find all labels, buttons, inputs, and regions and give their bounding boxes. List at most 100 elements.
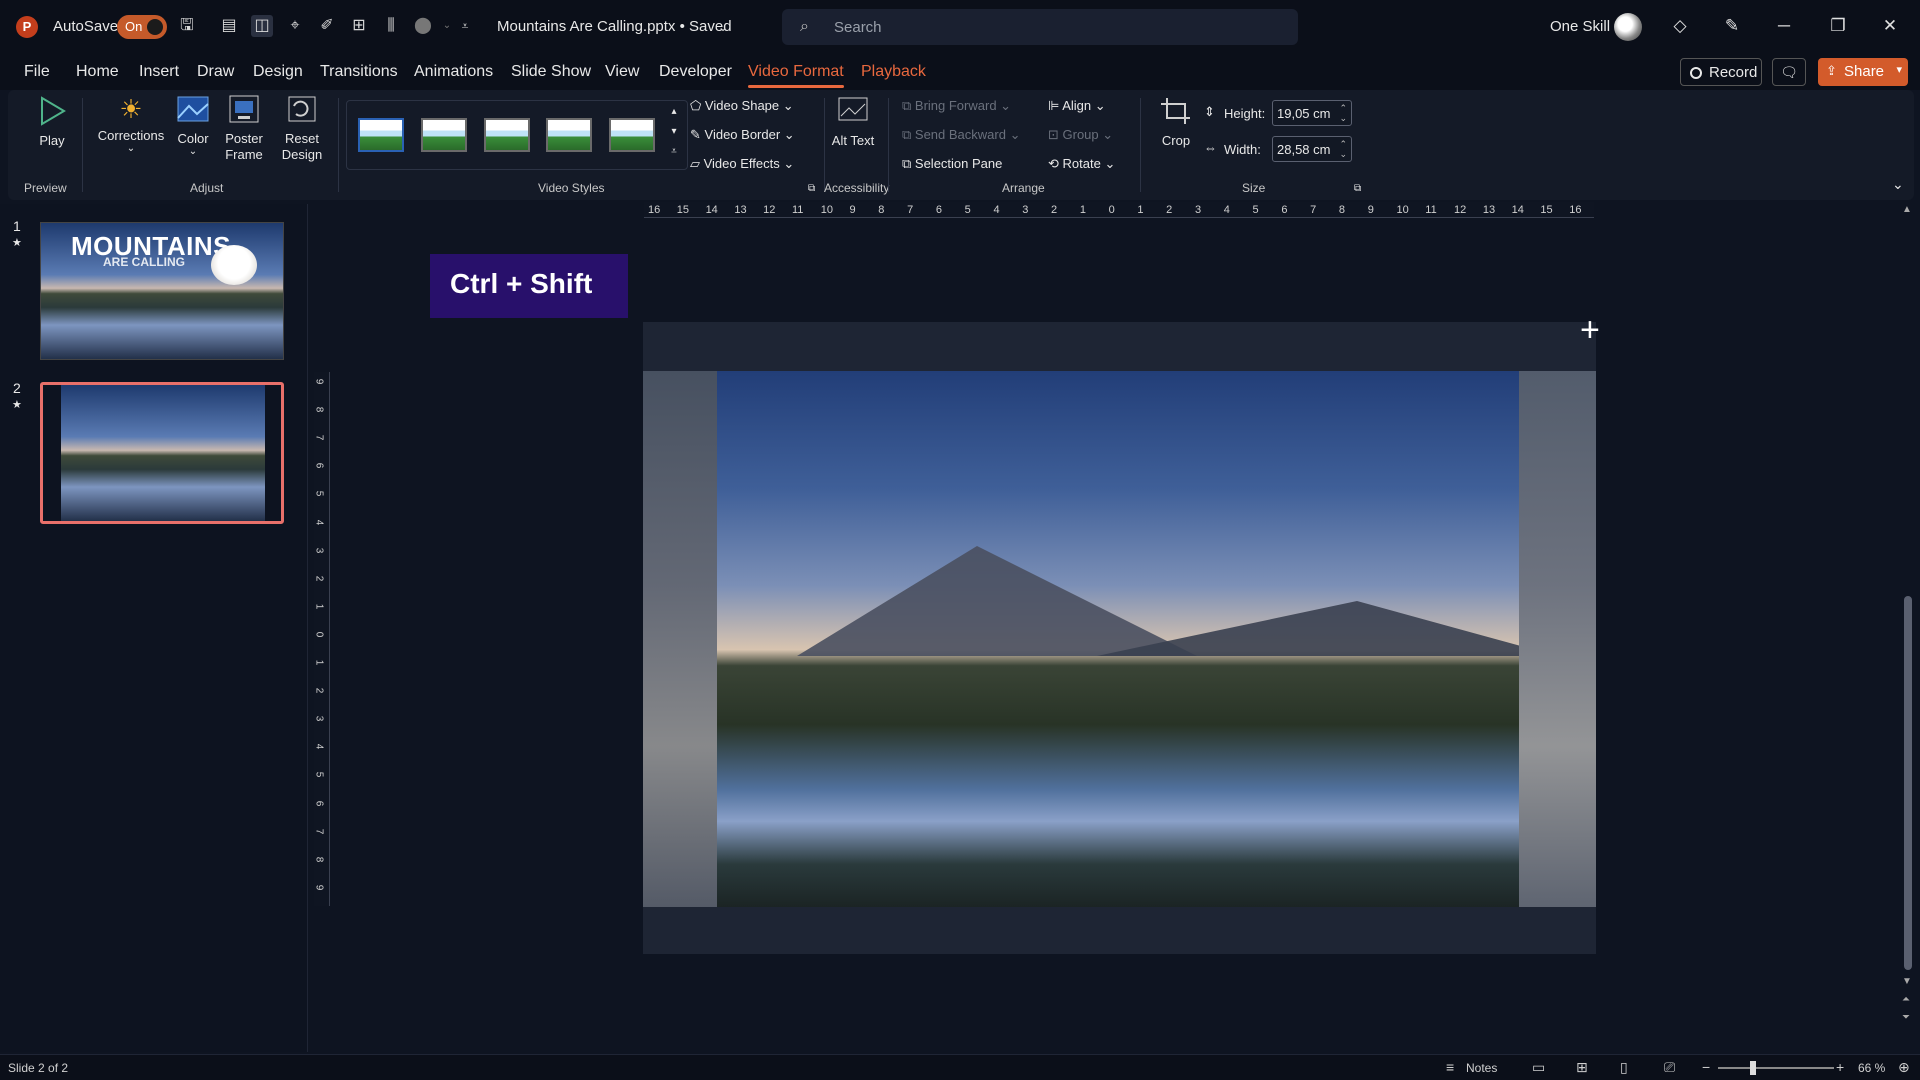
height-spinner-icon[interactable]: ⌃ ⌄ — [1339, 103, 1347, 123]
rotate-icon: ⟲ — [1048, 156, 1063, 171]
ruler-tick: 9 — [1367, 204, 1374, 216]
collapse-ribbon-icon[interactable]: ⌄ — [1892, 176, 1904, 193]
crop-button[interactable]: Crop — [1154, 96, 1198, 148]
tab-animations[interactable]: Animations — [414, 63, 493, 81]
reset-design-label: Reset Design — [281, 131, 323, 162]
alt-text-button[interactable]: Alt Text — [828, 96, 878, 149]
comments-button[interactable]: 🗨 — [1772, 58, 1806, 86]
close-icon[interactable]: ✕ — [1878, 14, 1902, 38]
tab-home[interactable]: Home — [76, 63, 119, 81]
tab-video-format[interactable]: Video Format — [748, 63, 844, 88]
zoom-in-icon[interactable]: + — [1836, 1059, 1844, 1075]
scroll-down-icon[interactable]: ▼ — [1902, 976, 1912, 987]
tab-design[interactable]: Design — [253, 63, 303, 81]
menu-bar: File Home Insert Draw Design Transitions… — [0, 54, 1920, 90]
tab-transitions[interactable]: Transitions — [320, 63, 398, 81]
fit-to-window-icon[interactable]: ⊕ — [1898, 1059, 1910, 1076]
width-field[interactable]: 28,58 cm ⌃ ⌄ — [1272, 136, 1352, 162]
tab-playback[interactable]: Playback — [861, 63, 926, 81]
zoom-out-icon[interactable]: − — [1702, 1059, 1710, 1075]
play-label: Play — [39, 133, 65, 148]
dropdown-icon: ⌄ — [188, 146, 198, 157]
selection-pane-button[interactable]: ⧉ Selection Pane — [902, 156, 1002, 172]
slide-sorter-icon[interactable]: ⊞ — [1576, 1059, 1588, 1076]
video-effects-button[interactable]: ▱ Video Effects ⌄ — [690, 156, 794, 172]
tab-slide-show[interactable]: Slide Show — [511, 63, 591, 81]
video-style-thumb[interactable] — [609, 118, 655, 152]
zoom-slider-thumb[interactable] — [1750, 1061, 1756, 1075]
shape-icon[interactable]: ⬤ — [412, 15, 434, 37]
align-button[interactable]: ⊫ Align ⌄ — [1048, 98, 1106, 114]
scroll-up-icon[interactable]: ▲ — [1902, 204, 1912, 215]
slide-thumbnail-2[interactable] — [40, 382, 284, 524]
video-border-button[interactable]: ✎ Video Border ⌄ — [690, 127, 795, 143]
tab-file[interactable]: File — [24, 63, 50, 81]
notes-icon[interactable]: ≡ — [1446, 1059, 1454, 1075]
minimize-icon[interactable]: ─ — [1772, 14, 1796, 38]
normal-view-icon[interactable]: ▭ — [1532, 1059, 1545, 1076]
width-spinner-icon[interactable]: ⌃ ⌄ — [1339, 139, 1347, 159]
avatar[interactable] — [1614, 13, 1642, 41]
align-label: Align — [1062, 98, 1092, 113]
video-frame[interactable] — [717, 371, 1519, 907]
document-title[interactable]: Mountains Are Calling.pptx • Saved — [497, 18, 732, 35]
autosave-toggle[interactable]: On — [117, 15, 167, 39]
align-icon[interactable]: ⫼ — [380, 15, 402, 37]
zoom-level[interactable]: 66 % — [1858, 1061, 1885, 1075]
send-backward-button[interactable]: ⧉ Send Backward ⌄ — [902, 127, 1020, 143]
share-chevron-icon: ▾ — [1896, 64, 1902, 76]
next-slide-icon[interactable]: ⏷ — [1902, 1012, 1910, 1023]
arrange-icon[interactable]: ⊞ — [348, 15, 370, 37]
cropped-region-left[interactable] — [643, 371, 717, 907]
height-field[interactable]: 19,05 cm ⌃ ⌄ — [1272, 100, 1352, 126]
separator — [82, 98, 83, 192]
poster-frame-button[interactable]: Poster Frame — [214, 94, 274, 163]
rotate-button[interactable]: ⟲ Rotate ⌄ — [1048, 156, 1115, 172]
tab-developer[interactable]: Developer — [659, 63, 732, 81]
customize-toolbar-icon[interactable]: ⩡ — [454, 15, 476, 37]
save-icon[interactable]: 🖫 — [176, 15, 198, 37]
video-style-thumb[interactable] — [358, 118, 404, 152]
restore-icon[interactable]: ❐ — [1826, 14, 1850, 38]
width-label: Width: — [1224, 142, 1261, 157]
format-painter-icon[interactable]: ✐ — [316, 15, 338, 37]
slide-show-icon[interactable]: ⎚ — [1664, 1059, 1675, 1076]
previous-slide-icon[interactable]: ⏶ — [1902, 994, 1910, 1005]
pen-icon[interactable]: ✎ — [1720, 14, 1744, 38]
ruler-tick: 16 — [1569, 204, 1582, 216]
slide-thumbnail-1[interactable]: MOUNTAINS ARE CALLING — [40, 222, 284, 360]
video-styles-dialog-launcher-icon[interactable]: ⧉ — [808, 183, 815, 194]
tab-insert[interactable]: Insert — [139, 63, 179, 81]
video-style-thumb[interactable] — [421, 118, 467, 152]
cropped-region-right[interactable] — [1519, 371, 1596, 907]
reset-design-button[interactable]: Reset Design — [272, 94, 332, 163]
notes-button[interactable]: Notes — [1466, 1061, 1497, 1075]
send-backward-label: Send Backward — [914, 127, 1006, 142]
corrections-button[interactable]: ☀ Corrections ⌄ — [86, 94, 176, 154]
group-button[interactable]: ⊡ Group ⌄ — [1048, 127, 1113, 143]
present-icon[interactable]: ⌖ — [284, 15, 306, 37]
search-box[interactable]: ⌕ Search — [782, 9, 1298, 45]
color-button[interactable]: Color ⌄ — [168, 94, 218, 157]
tab-view[interactable]: View — [605, 63, 639, 81]
record-button[interactable]: Record — [1680, 58, 1762, 86]
gallery-scroll-icon[interactable]: ▴ ▾ ⩡ — [666, 102, 682, 162]
slide-layout-icon[interactable]: ▤ — [218, 15, 240, 37]
tab-draw[interactable]: Draw — [197, 63, 234, 81]
video-shape-button[interactable]: ⬠ Video Shape ⌄ — [690, 98, 794, 114]
user-name[interactable]: One Skill — [1550, 18, 1610, 35]
layout-icon[interactable]: ◫ — [251, 15, 273, 37]
video-style-thumb[interactable] — [484, 118, 530, 152]
video-style-thumb[interactable] — [546, 118, 592, 152]
vertical-scrollbar[interactable] — [1904, 596, 1912, 970]
share-button[interactable]: ⇪ Share ▾ — [1818, 58, 1908, 86]
play-button[interactable]: Play — [22, 96, 82, 148]
size-dialog-launcher-icon[interactable]: ⧉ — [1354, 183, 1361, 194]
record-icon — [1690, 67, 1702, 79]
diamond-icon[interactable]: ◇ — [1668, 14, 1692, 38]
video-shape-icon: ⬠ — [690, 98, 705, 113]
reading-view-icon[interactable]: ▯ — [1620, 1059, 1628, 1076]
zoom-slider[interactable] — [1718, 1067, 1834, 1069]
title-chevron-icon[interactable]: ⌄ — [712, 16, 734, 38]
bring-forward-button[interactable]: ⧉ Bring Forward ⌄ — [902, 98, 1011, 114]
